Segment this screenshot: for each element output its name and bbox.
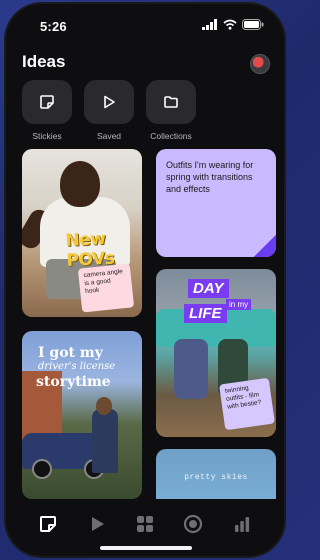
collections-button[interactable] xyxy=(146,80,196,124)
tab-grid[interactable] xyxy=(134,513,156,535)
status-icons xyxy=(202,19,264,30)
stickies-action[interactable]: Stickies xyxy=(22,80,72,141)
folder-icon xyxy=(164,96,178,108)
tab-record[interactable] xyxy=(182,513,204,535)
sticky-note[interactable]: camera angle is a good hook xyxy=(77,263,135,313)
tab-analytics[interactable] xyxy=(231,513,253,535)
saved-action[interactable]: Saved xyxy=(84,80,134,141)
tab-stickies[interactable] xyxy=(37,513,59,535)
avatar[interactable] xyxy=(250,54,270,74)
status-time: 5:26 xyxy=(40,19,67,34)
stickies-button[interactable] xyxy=(22,80,72,124)
overlay-in-my: in my xyxy=(226,299,252,310)
grid-tab-icon xyxy=(136,516,153,532)
play-tab-icon xyxy=(91,517,104,531)
status-bar: 5:26 xyxy=(6,4,284,44)
idea-card-drivers-license[interactable]: I got my driver's license storytime xyxy=(22,331,142,499)
photo-element xyxy=(92,409,118,473)
overlay-line1: I got my xyxy=(38,345,103,361)
collections-label: Collections xyxy=(150,131,192,141)
idea-card-sticky-outfits[interactable]: Outfits I'm wearing for spring with tran… xyxy=(156,149,276,257)
sticky-fold xyxy=(254,235,276,257)
stickies-tab-icon xyxy=(40,516,57,532)
analytics-tab-icon xyxy=(234,517,249,532)
battery-icon xyxy=(242,19,264,30)
overlay-line3: storytime xyxy=(36,374,111,390)
page-title: Ideas xyxy=(22,52,66,71)
tab-bar xyxy=(6,504,284,544)
photo-element xyxy=(60,161,100,207)
sticky-text: Outfits I'm wearing for spring with tran… xyxy=(166,160,254,194)
card-overlay-text: New POVs xyxy=(65,228,115,271)
stickies-label: Stickies xyxy=(32,131,62,141)
saved-button[interactable] xyxy=(84,80,134,124)
sticky-note[interactable]: twinning outfits - film with bestie? xyxy=(219,377,275,431)
phone-screen: 5:26 Ideas Stickies Saved Collections Ne… xyxy=(6,4,284,556)
overlay-text: pretty skies xyxy=(184,473,248,482)
photo-element xyxy=(32,459,52,479)
quick-actions: Stickies Saved Collections xyxy=(22,80,196,141)
idea-card-day-in-my-life[interactable]: DAY LIFE in my twinning outfits - film w… xyxy=(156,269,276,437)
wifi-icon xyxy=(223,19,237,30)
sticky-note-icon xyxy=(40,95,54,109)
photo-element xyxy=(96,397,112,415)
photo-element xyxy=(174,339,208,399)
overlay-life: LIFE xyxy=(184,304,227,323)
overlay-line2: driver's license xyxy=(38,361,116,372)
page-header: Ideas xyxy=(22,52,270,76)
idea-card-pretty-skies[interactable]: pretty skies xyxy=(156,449,276,499)
idea-card-new-povs[interactable]: New POVs camera angle is a good hook xyxy=(22,149,142,317)
ideas-grid: New POVs camera angle is a good hook Out… xyxy=(22,149,276,499)
record-tab-icon xyxy=(184,514,203,534)
signal-icon xyxy=(202,19,217,30)
home-indicator[interactable] xyxy=(100,546,192,550)
tab-play[interactable] xyxy=(86,513,108,535)
saved-label: Saved xyxy=(96,131,122,141)
play-icon xyxy=(104,95,115,109)
overlay-day: DAY xyxy=(188,279,229,298)
collections-action[interactable]: Collections xyxy=(146,80,196,141)
